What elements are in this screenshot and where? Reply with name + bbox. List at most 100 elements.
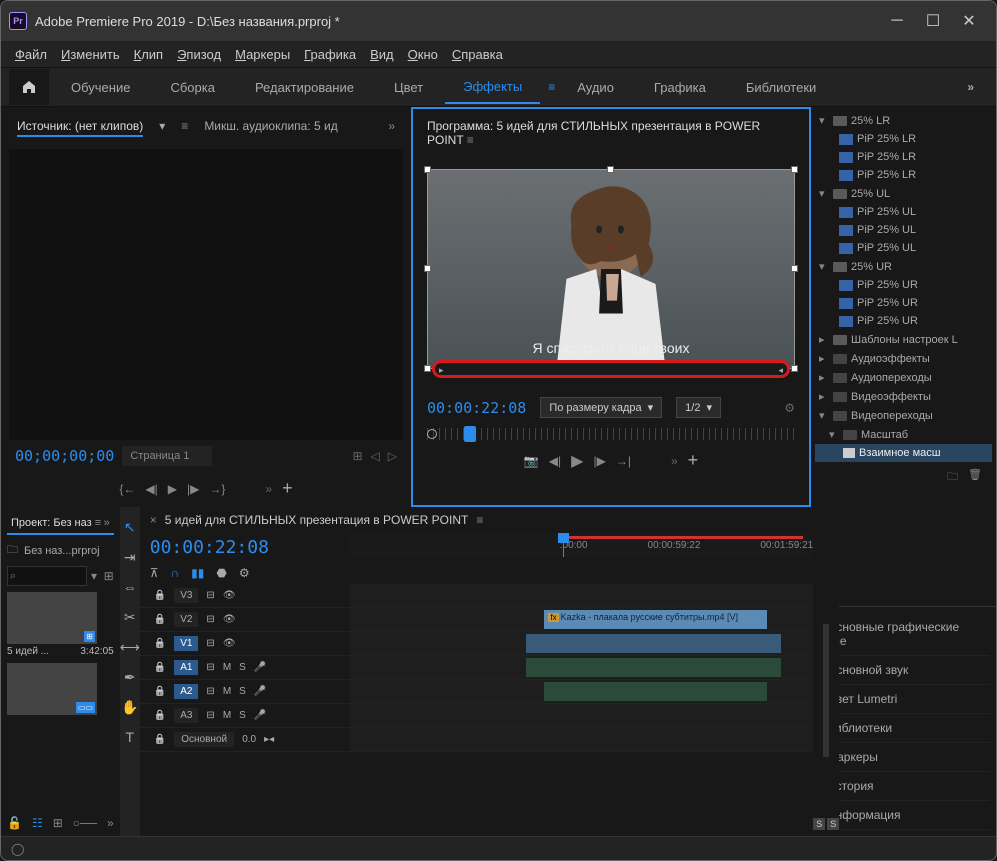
- track-a1[interactable]: A1⊟MS🎤: [140, 656, 813, 680]
- resolution-dropdown[interactable]: 1/2▾: [676, 397, 721, 418]
- source-tab[interactable]: Источник: (нет клипов): [17, 119, 143, 137]
- program-tab[interactable]: Программа: 5 идей для СТИЛЬНЫХ презентац…: [417, 113, 805, 153]
- pen-tool[interactable]: ✒: [120, 667, 140, 687]
- tree-item-selected[interactable]: Взаимное масш: [815, 444, 992, 462]
- panel-essential-graphics[interactable]: Основные графические эле: [817, 613, 990, 656]
- play-icon[interactable]: ▶: [168, 482, 177, 496]
- tree-item[interactable]: PiP 25% UL: [815, 203, 992, 221]
- ws-assembly[interactable]: Сборка: [152, 72, 233, 103]
- solo-left[interactable]: S: [813, 818, 825, 830]
- proj-overflow[interactable]: »: [107, 816, 114, 830]
- type-tool[interactable]: T: [120, 727, 140, 747]
- search-input[interactable]: [7, 566, 87, 586]
- slip-tool[interactable]: ⟷: [120, 637, 140, 657]
- playhead[interactable]: [563, 533, 564, 557]
- lock-icon[interactable]: 🔓: [7, 816, 22, 830]
- timeline-timecode[interactable]: 00:00:22:08: [140, 533, 350, 562]
- tree-folder-25ul[interactable]: ▾25% UL: [815, 184, 992, 203]
- play-icon[interactable]: ▶: [571, 451, 583, 471]
- tree-item[interactable]: PiP 25% LR: [815, 166, 992, 184]
- track-v1[interactable]: V1⊟👁: [140, 632, 813, 656]
- home-button[interactable]: [9, 69, 49, 105]
- scrubber-thumb[interactable]: [464, 426, 476, 442]
- add-button[interactable]: +: [688, 450, 699, 471]
- step-back-icon[interactable]: ◀|: [549, 454, 561, 468]
- track-v2[interactable]: V2⊟👁fxKazka - плакала русские субтитры.m…: [140, 608, 813, 632]
- panel-libraries[interactable]: Библиотеки: [817, 714, 990, 743]
- next-kf-icon[interactable]: ▷: [388, 449, 397, 463]
- fit-icon[interactable]: ⊞: [352, 449, 362, 463]
- tree-item[interactable]: PiP 25% UL: [815, 239, 992, 257]
- ws-learning[interactable]: Обучение: [53, 72, 148, 103]
- marker-icon[interactable]: ⬣: [216, 566, 226, 580]
- ws-libraries[interactable]: Библиотеки: [728, 72, 834, 103]
- snap-icon[interactable]: ∩: [171, 566, 180, 580]
- menu-help[interactable]: Справка: [446, 44, 509, 65]
- solo-right[interactable]: S: [827, 818, 839, 830]
- panel-overflow[interactable]: »: [388, 119, 395, 137]
- selection-tool[interactable]: ↖: [120, 517, 140, 537]
- page-input[interactable]: [122, 446, 212, 466]
- menu-edit[interactable]: Изменить: [55, 44, 126, 65]
- tree-item[interactable]: PiP 25% LR: [815, 148, 992, 166]
- track-v3[interactable]: V3⊟👁: [140, 584, 813, 608]
- track-select-tool[interactable]: ⇥: [120, 547, 140, 567]
- tree-item[interactable]: PiP 25% LR: [815, 130, 992, 148]
- maximize-button[interactable]: ☐: [926, 14, 940, 28]
- timeline-ruler[interactable]: :00:00 00:00:59:22 00:01:59:21: [350, 533, 813, 557]
- more-controls[interactable]: »: [265, 482, 272, 496]
- panel-essential-sound[interactable]: Основной звук: [817, 656, 990, 685]
- program-scrubber[interactable]: [427, 428, 795, 440]
- track-main[interactable]: Основной0.0▸◂: [140, 728, 813, 752]
- menu-sequence[interactable]: Эпизод: [171, 44, 227, 65]
- goto-out-icon[interactable]: →|: [616, 454, 631, 468]
- project-tab[interactable]: Проект: Без наз ≡ »: [7, 513, 114, 535]
- ws-editing[interactable]: Редактирование: [237, 72, 372, 103]
- slider-icon[interactable]: ○──: [73, 816, 97, 830]
- close-button[interactable]: ✕: [962, 14, 976, 28]
- menu-window[interactable]: Окно: [402, 44, 444, 65]
- freeform-icon[interactable]: ⊞: [53, 816, 63, 830]
- camera-icon[interactable]: 📷: [524, 454, 539, 468]
- linked-sel-icon[interactable]: ▮▮: [191, 566, 204, 580]
- project-thumbnail[interactable]: ▭▭: [7, 663, 114, 715]
- add-button[interactable]: +: [282, 478, 293, 499]
- step-fwd-icon[interactable]: |▶: [593, 454, 605, 468]
- insert-mode-icon[interactable]: ⊼: [150, 566, 159, 580]
- project-thumbnail[interactable]: ⊞ 5 идей ...3:42:05: [7, 592, 114, 657]
- tree-item[interactable]: PiP 25% UR: [815, 276, 992, 294]
- menu-view[interactable]: Вид: [364, 44, 400, 65]
- menu-markers[interactable]: Маркеры: [229, 44, 296, 65]
- prev-kf-icon[interactable]: ◁: [371, 449, 380, 463]
- new-bin-icon[interactable]: 🗀: [947, 468, 958, 487]
- chevron-down-icon[interactable]: ▾: [159, 119, 165, 137]
- tree-folder-25ur[interactable]: ▾25% UR: [815, 257, 992, 276]
- settings-icon[interactable]: ⚙: [784, 401, 795, 415]
- minimize-button[interactable]: ─: [890, 14, 904, 28]
- panel-history[interactable]: История: [817, 772, 990, 801]
- menu-graphics[interactable]: Графика: [298, 44, 362, 65]
- mark-out-icon[interactable]: →}: [209, 482, 225, 496]
- sequence-tab[interactable]: 5 идей для СТИЛЬНЫХ презентация в POWER …: [165, 513, 469, 527]
- menu-file[interactable]: Файл: [9, 44, 53, 65]
- zoom-fit-dropdown[interactable]: По размеру кадра▾: [540, 397, 662, 418]
- program-monitor[interactable]: Я спасусь от слов твоих ▸ ◂: [427, 169, 795, 369]
- filter-icon[interactable]: ⊞: [104, 569, 114, 583]
- tree-folder-audiofx[interactable]: ▸Аудиоэффекты: [815, 349, 992, 368]
- ws-overflow[interactable]: »: [953, 72, 988, 102]
- search-icon[interactable]: ▾: [91, 569, 97, 583]
- tree-folder-audiot[interactable]: ▸Аудиопереходы: [815, 368, 992, 387]
- ws-color[interactable]: Цвет: [376, 72, 441, 103]
- tree-item[interactable]: PiP 25% UL: [815, 221, 992, 239]
- razor-tool[interactable]: ✂: [120, 607, 140, 627]
- program-timecode[interactable]: 00:00:22:08: [427, 399, 526, 417]
- ws-menu-icon[interactable]: ≡: [548, 80, 555, 94]
- tree-folder-videofx[interactable]: ▸Видеоэффекты: [815, 387, 992, 406]
- tree-folder-25lr[interactable]: ▾25% LR: [815, 111, 992, 130]
- panel-lumetri[interactable]: Цвет Lumetri: [817, 685, 990, 714]
- cc-icon[interactable]: ◯: [11, 842, 24, 856]
- tree-folder-scale[interactable]: ▾Масштаб: [815, 425, 992, 444]
- menu-clip[interactable]: Клип: [128, 44, 169, 65]
- panel-info[interactable]: Информация: [817, 801, 990, 830]
- ws-audio[interactable]: Аудио: [559, 72, 632, 103]
